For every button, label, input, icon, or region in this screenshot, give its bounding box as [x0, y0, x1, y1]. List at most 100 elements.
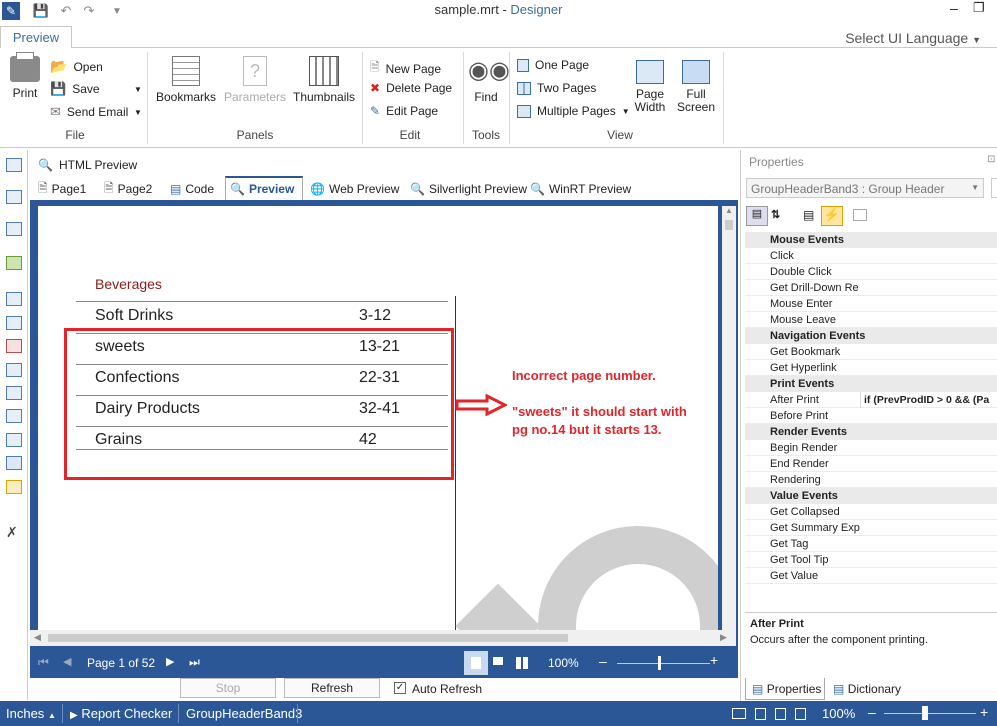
one-page-button[interactable]: One Page [517, 58, 589, 72]
page-icon[interactable] [755, 708, 766, 720]
events-icon[interactable]: ⚡ [821, 206, 843, 226]
status-zoom-thumb[interactable] [922, 706, 928, 720]
category-navigation-events[interactable]: Navigation Events [745, 328, 997, 344]
new-page-button[interactable]: 🗎 New Page [370, 58, 441, 79]
multiple-pages-button[interactable]: Multiple Pages ▼ [517, 104, 630, 118]
tab-page2[interactable]: 🗎 Page2 [104, 180, 152, 198]
print-button[interactable]: Print [6, 52, 44, 100]
delete-page-button[interactable]: ✖ Delete Page [370, 81, 452, 95]
tab-silverlight-preview[interactable]: 🔍 Silverlight Preview [410, 180, 527, 198]
status-zoom-slider[interactable] [884, 713, 976, 714]
property-row[interactable]: Double Click [745, 264, 997, 280]
scroll-thumb[interactable] [48, 634, 568, 642]
component-selector[interactable]: GroupHeaderBand3 : Group Header ▼ [746, 178, 984, 198]
toolbox-chart-icon[interactable] [6, 480, 22, 494]
tab-code[interactable]: ▤ Code [170, 180, 214, 198]
edit-page-button[interactable]: ✎ Edit Page [370, 104, 438, 118]
prev-page-icon[interactable]: ◀ [63, 655, 71, 668]
parameters-button[interactable]: ? Parameters [224, 56, 286, 104]
tab-page1[interactable]: 🗎 Page1 [38, 180, 86, 198]
property-row[interactable]: Get Collapsed [745, 504, 997, 520]
properties-icon[interactable]: ▤ [803, 208, 814, 222]
property-page-button[interactable] [991, 178, 997, 198]
report-checker-button[interactable]: ▶ Report Checker [70, 706, 172, 721]
property-row[interactable]: End Render [745, 456, 997, 472]
send-email-button[interactable]: ✉ Send Email ▼ [50, 104, 142, 120]
property-row[interactable]: Get Tool Tip [745, 552, 997, 568]
two-pages-button[interactable]: Two Pages [517, 81, 596, 95]
property-grid-icon[interactable] [853, 209, 867, 221]
toolbox-list-icon[interactable] [6, 316, 22, 330]
toolbox-subreport-icon[interactable] [6, 409, 22, 423]
property-row[interactable]: Get Summary Expr [745, 520, 997, 536]
zoom-in-icon[interactable]: + [710, 652, 718, 668]
zoom-in-icon[interactable]: + [980, 704, 988, 720]
vertical-scrollbar[interactable]: ▲ [722, 206, 736, 630]
property-row[interactable]: Get Hyperlink [745, 360, 997, 376]
property-row[interactable]: Get Tag [745, 536, 997, 552]
tab-properties-panel[interactable]: ▤ Properties [745, 678, 825, 700]
toolbox-band-icon[interactable] [6, 158, 22, 172]
zoom-out-icon[interactable]: – [868, 704, 876, 720]
tab-web-preview[interactable]: 🌐 Web Preview [310, 180, 399, 198]
toolbox-panel-icon[interactable] [6, 363, 22, 377]
zoom-slider[interactable] [617, 663, 710, 664]
property-row[interactable]: Get Drill-Down Re [745, 280, 997, 296]
pin-icon[interactable]: ⊡ [987, 154, 995, 165]
tab-winrt-preview[interactable]: 🔍 WinRT Preview [530, 180, 631, 198]
minimize-icon[interactable]: – [950, 0, 958, 16]
zoom-out-icon[interactable]: – [599, 653, 607, 669]
stop-button[interactable]: Stop [180, 678, 276, 698]
scroll-left-icon[interactable]: ◀ [34, 632, 41, 643]
toolbox-table-icon[interactable] [6, 433, 22, 447]
toolbox-picture-icon[interactable] [6, 456, 22, 470]
category-render-events[interactable]: Render Events [745, 424, 997, 440]
property-row-after-print[interactable]: After Print if (PrevProdID > 0 && (Pa [745, 392, 997, 408]
full-screen-button[interactable]: Full Screen [676, 60, 716, 114]
scroll-thumb[interactable] [725, 220, 733, 230]
tab-dictionary[interactable]: ▤ Dictionary [831, 678, 911, 700]
category-print-events[interactable]: Print Events [745, 376, 997, 392]
restore-icon[interactable]: ❐ [973, 0, 985, 16]
zoom-slider-thumb[interactable] [658, 656, 661, 670]
find-button[interactable]: ◉◉ Find [468, 56, 510, 104]
toolbox-richtext-icon[interactable] [6, 339, 22, 353]
property-row[interactable]: Get Bookmark [745, 344, 997, 360]
first-page-icon[interactable]: ⏮ [38, 655, 49, 670]
toolbox-image-icon[interactable] [6, 256, 22, 270]
open-button[interactable]: 📂 Open [50, 58, 103, 75]
two-page-view-icon[interactable] [493, 657, 503, 669]
next-page-icon[interactable]: ▶ [166, 655, 174, 668]
toolbox-cross-band-icon[interactable] [6, 190, 22, 204]
one-page-view-icon[interactable] [464, 651, 488, 675]
page-icon[interactable] [775, 708, 786, 720]
property-row[interactable]: Get Value [745, 568, 997, 584]
category-mouse-events[interactable]: Mouse Events [745, 232, 997, 248]
scroll-right-icon[interactable]: ▶ [720, 632, 727, 643]
thumbnails-button[interactable]: Thumbnails [293, 56, 355, 104]
property-row[interactable]: Mouse Leave [745, 312, 997, 328]
toolbox-component-icon[interactable] [6, 222, 22, 236]
last-page-icon[interactable]: ⏭ [189, 655, 200, 670]
sort-az-icon[interactable]: ⇅ [771, 208, 780, 221]
page-view-icon[interactable] [732, 708, 746, 719]
property-row[interactable]: Rendering [745, 472, 997, 488]
auto-refresh-checkbox[interactable]: ✓ [394, 682, 406, 694]
property-row[interactable]: Mouse Enter [745, 296, 997, 312]
categorized-icon[interactable]: ▤ [746, 206, 768, 226]
property-row[interactable]: Before Print [745, 408, 997, 424]
units-selector[interactable]: Inches ▲ [6, 706, 56, 721]
language-selector[interactable]: Select UI Language ▼ [845, 30, 981, 46]
scroll-up-icon[interactable]: ▲ [725, 206, 733, 215]
page-icon[interactable] [795, 708, 806, 720]
tab-preview-doc[interactable]: 🔍 Preview [225, 176, 303, 200]
save-button[interactable]: 💾 Save ▼ [50, 81, 142, 97]
tab-preview[interactable]: Preview [0, 26, 72, 49]
refresh-button[interactable]: Refresh [284, 678, 380, 698]
page-width-button[interactable]: Page Width [630, 60, 670, 114]
toolbox-tools-icon[interactable]: ✗ [6, 524, 18, 541]
horizontal-scrollbar[interactable]: ◀ ▶ [30, 630, 736, 646]
property-row[interactable]: Begin Render [745, 440, 997, 456]
toolbox-text-icon[interactable] [6, 292, 22, 306]
category-value-events[interactable]: Value Events [745, 488, 997, 504]
